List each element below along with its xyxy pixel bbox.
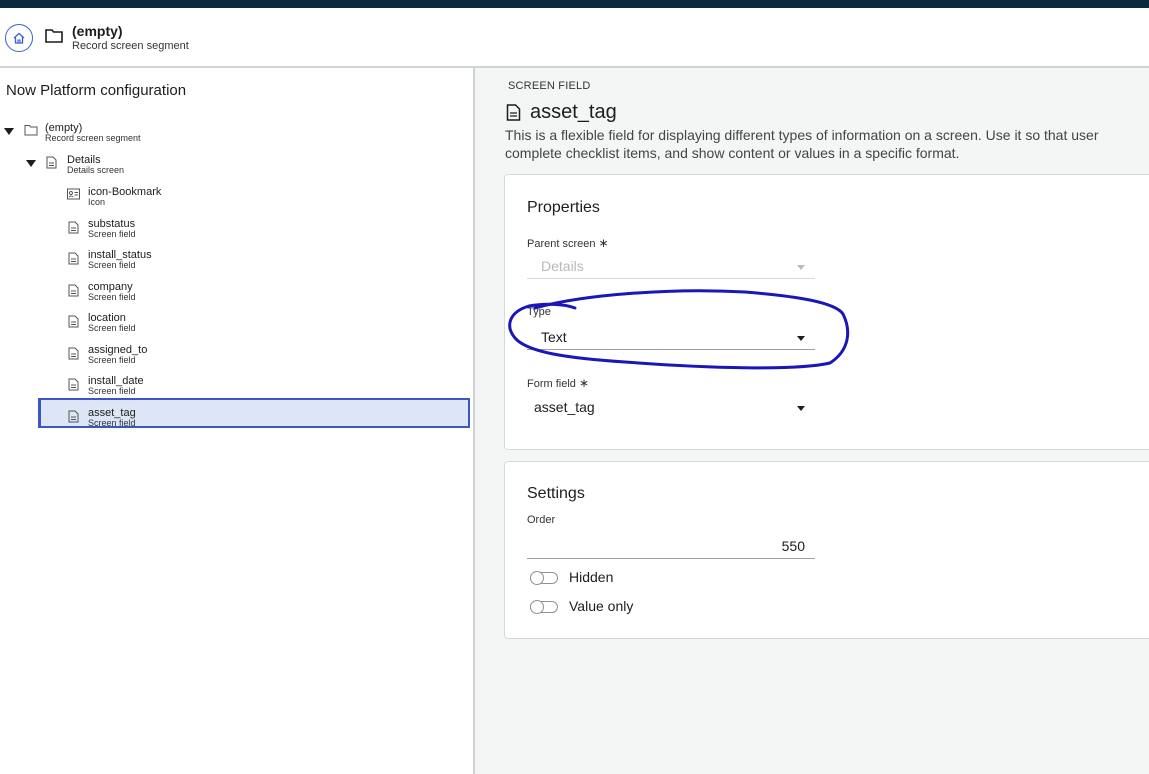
type-label: Type — [527, 306, 551, 318]
tree-item-location[interactable]: location Screen field — [0, 312, 470, 344]
description-line: complete checklist items, and show conte… — [505, 145, 960, 161]
parent-screen-select[interactable]: Details — [527, 255, 815, 279]
value-only-toggle[interactable] — [530, 600, 558, 614]
tree-item-type: Screen field — [88, 355, 136, 365]
tree-item-assigned-to[interactable]: assigned_to Screen field — [0, 344, 470, 376]
tree-item-install-date[interactable]: install_date Screen field — [0, 375, 470, 407]
order-value: 550 — [781, 538, 805, 554]
value-only-label: Value only — [569, 598, 634, 614]
chevron-down-icon — [797, 265, 805, 270]
header: (empty) Record screen segment — [0, 8, 1149, 68]
type-select[interactable]: Text — [527, 326, 815, 350]
hidden-toggle[interactable] — [530, 571, 558, 585]
tree-item-type: Icon — [88, 197, 106, 207]
toggle-knob — [530, 600, 544, 614]
tree-item-asset-tag[interactable]: asset_tag Screen field — [0, 407, 470, 439]
tree-item-type: Screen field — [88, 260, 136, 270]
tree-item-type: Record screen segment — [45, 133, 141, 143]
properties-panel: Properties Parent screen ∗ Details Type … — [504, 174, 1149, 450]
type-value: Text — [541, 329, 567, 345]
tree-item-type: Details screen — [67, 165, 125, 175]
expand-caret-icon[interactable] — [4, 128, 14, 135]
document-icon — [68, 410, 79, 423]
tree-item-root[interactable]: (empty) Record screen segment — [0, 122, 470, 154]
tree-item-company[interactable]: company Screen field — [0, 281, 470, 313]
tree-item-details-screen[interactable]: Details Details screen — [0, 154, 470, 186]
tree-item-type: Screen field — [88, 229, 136, 239]
parent-screen-label: Parent screen ∗ — [527, 236, 609, 250]
field-description: This is a flexible field for displaying … — [505, 126, 1149, 162]
document-icon — [68, 252, 79, 265]
home-button[interactable] — [5, 24, 33, 52]
top-bar — [0, 0, 1149, 8]
home-icon — [13, 32, 25, 44]
order-input[interactable]: 550 — [527, 535, 815, 559]
expand-caret-icon[interactable] — [26, 160, 36, 167]
tree-item-substatus[interactable]: substatus Screen field — [0, 218, 470, 250]
document-icon — [68, 221, 79, 234]
document-icon — [68, 315, 79, 328]
document-icon — [506, 104, 521, 121]
tree-item-install-status[interactable]: install_status Screen field — [0, 249, 470, 281]
document-icon — [68, 378, 79, 391]
tree-item-icon-bookmark[interactable]: icon-Bookmark Icon — [0, 186, 470, 218]
header-subtitle: Record screen segment — [72, 40, 189, 52]
document-icon — [68, 347, 79, 360]
folder-icon — [45, 29, 63, 43]
description-line: This is a flexible field for displaying … — [505, 127, 1099, 143]
header-title: (empty) — [72, 23, 123, 39]
properties-title: Properties — [527, 199, 600, 216]
form-field-label-text: Form field — [527, 378, 576, 390]
record-type-label: SCREEN FIELD — [508, 80, 591, 92]
tree-item-type: Screen field — [88, 418, 136, 428]
contact-card-icon — [67, 188, 80, 200]
page-title: asset_tag — [530, 101, 617, 123]
settings-panel: Settings Order 550 Hidden Value only — [504, 461, 1149, 639]
chevron-down-icon — [797, 406, 805, 411]
tree-item-type: Screen field — [88, 292, 136, 302]
folder-icon — [24, 125, 38, 136]
document-icon — [68, 284, 79, 297]
settings-title: Settings — [527, 485, 585, 502]
tree-item-type: Screen field — [88, 323, 136, 333]
configuration-tree-panel: Now Platform configuration (empty) Recor… — [0, 68, 475, 774]
toggle-knob — [530, 571, 544, 585]
hidden-label: Hidden — [569, 569, 614, 585]
tree-item-type: Screen field — [88, 386, 136, 396]
required-asterisk: ∗ — [578, 376, 590, 390]
parent-screen-value: Details — [541, 258, 584, 274]
form-field-select[interactable]: asset_tag — [527, 396, 815, 420]
form-field-label: Form field ∗ — [527, 376, 589, 390]
order-label: Order — [527, 514, 556, 526]
document-icon — [46, 156, 57, 169]
form-field-value: asset_tag — [534, 399, 595, 415]
required-asterisk: ∗ — [598, 236, 609, 250]
tree-panel-title: Now Platform configuration — [6, 82, 187, 99]
parent-screen-label-text: Parent screen — [527, 238, 596, 250]
chevron-down-icon — [797, 336, 805, 341]
detail-panel: SCREEN FIELD asset_tag This is a flexibl… — [475, 68, 1149, 774]
